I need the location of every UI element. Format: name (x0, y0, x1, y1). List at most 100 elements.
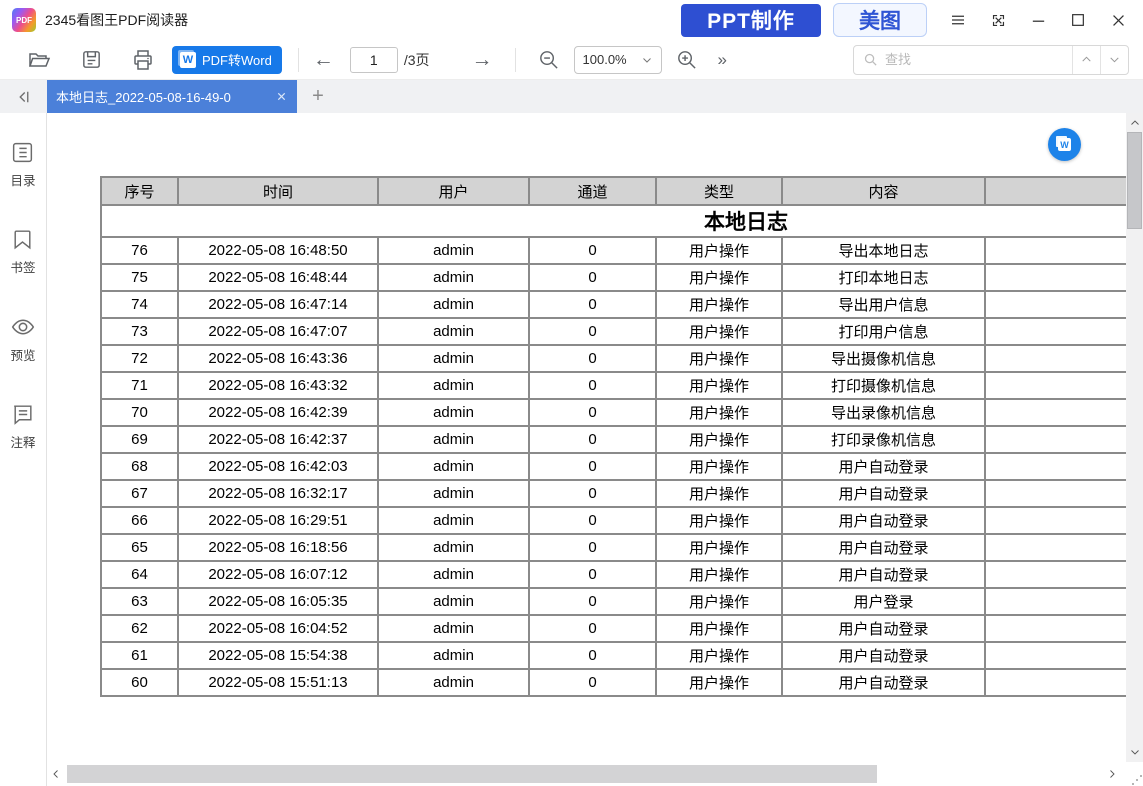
log-cell: 用户自动登录 (782, 507, 985, 534)
pdf-to-word-float-button[interactable]: W (1048, 128, 1081, 161)
log-table-body: 762022-05-08 16:48:50admin0用户操作导出本地日志752… (101, 237, 1126, 696)
column-header: 用户 (378, 177, 529, 205)
scroll-left-icon[interactable] (47, 768, 65, 780)
log-cell: 63 (101, 588, 178, 615)
log-cell: 用户操作 (656, 453, 782, 480)
new-tab-button[interactable]: + (297, 80, 339, 113)
sidebar-item-bookmarks[interactable]: 书签 (10, 227, 35, 276)
table-row: 732022-05-08 16:47:07admin0用户操作打印用户信息 (101, 318, 1126, 345)
save-icon[interactable] (78, 47, 104, 73)
sidebar-item-annotations[interactable]: 注释 (10, 402, 35, 451)
log-cell (985, 372, 1126, 399)
log-cell: 2022-05-08 16:07:12 (178, 561, 378, 588)
app-logo-icon: PDF (12, 8, 36, 32)
open-file-icon[interactable] (26, 47, 52, 73)
table-row: 662022-05-08 16:29:51admin0用户操作用户自动登录 (101, 507, 1126, 534)
log-cell: 0 (529, 642, 656, 669)
table-title: 本地日志 (101, 205, 1126, 237)
table-row: 762022-05-08 16:48:50admin0用户操作导出本地日志 (101, 237, 1126, 264)
log-cell: 67 (101, 480, 178, 507)
toolbar-divider (515, 48, 516, 72)
tab-bar: 本地日志_2022-05-08-16-49-0 + (0, 80, 1143, 113)
table-row: 632022-05-08 16:05:35admin0用户操作用户登录 (101, 588, 1126, 615)
next-page-icon[interactable]: → (472, 49, 493, 70)
table-row: 642022-05-08 16:07:12admin0用户操作用户自动登录 (101, 561, 1126, 588)
vertical-scroll-thumb[interactable] (1127, 132, 1142, 229)
search-input[interactable] (885, 52, 1072, 67)
log-cell: 74 (101, 291, 178, 318)
maximize-icon[interactable] (1063, 5, 1093, 35)
scroll-right-icon[interactable] (1103, 768, 1121, 780)
log-cell: 用户操作 (656, 588, 782, 615)
horizontal-scroll-thumb[interactable] (67, 765, 877, 783)
fullscreen-icon[interactable] (983, 5, 1013, 35)
sidebar-item-catalog[interactable]: 目录 (10, 140, 35, 189)
table-row: 702022-05-08 16:42:39admin0用户操作导出录像机信息 (101, 399, 1126, 426)
log-cell: 导出本地日志 (782, 237, 985, 264)
minimize-icon[interactable] (1023, 5, 1053, 35)
log-cell: 0 (529, 372, 656, 399)
log-cell: 用户操作 (656, 291, 782, 318)
word-doc-icon: W (180, 52, 196, 68)
zoom-level-select[interactable]: 100.0% (574, 46, 662, 74)
find-previous-button[interactable] (1072, 46, 1100, 74)
horizontal-scrollbar[interactable] (65, 765, 1103, 783)
vertical-scrollbar[interactable] (1126, 113, 1143, 762)
log-cell: 用户操作 (656, 642, 782, 669)
log-cell: admin (378, 453, 529, 480)
collapse-tabs-icon[interactable] (0, 80, 47, 113)
log-cell: admin (378, 642, 529, 669)
log-cell: 71 (101, 372, 178, 399)
log-cell: admin (378, 291, 529, 318)
tab-close-icon[interactable] (274, 90, 288, 104)
log-cell: admin (378, 588, 529, 615)
log-cell: 2022-05-08 15:51:13 (178, 669, 378, 696)
log-cell (985, 345, 1126, 372)
sidebar-item-label: 预览 (10, 345, 35, 364)
scroll-down-icon[interactable] (1126, 744, 1143, 760)
zoom-out-icon[interactable] (536, 47, 562, 73)
close-icon[interactable] (1103, 5, 1133, 35)
document-page[interactable]: 本地日志 序号时间用户通道类型内容 762022-05-08 16:48:50a… (47, 113, 1126, 762)
more-tools-icon[interactable]: » (718, 50, 727, 70)
menu-icon[interactable] (943, 5, 973, 35)
log-cell: 用户自动登录 (782, 669, 985, 696)
log-cell (985, 588, 1126, 615)
log-cell: 用户自动登录 (782, 642, 985, 669)
table-row: 692022-05-08 16:42:37admin0用户操作打印录像机信息 (101, 426, 1126, 453)
log-cell: 73 (101, 318, 178, 345)
log-cell: 2022-05-08 16:48:44 (178, 264, 378, 291)
sidebar-item-preview[interactable]: 预览 (10, 314, 36, 364)
log-cell: 68 (101, 453, 178, 480)
log-cell: 2022-05-08 16:18:56 (178, 534, 378, 561)
ppt-make-button[interactable]: PPT制作 (681, 4, 821, 37)
log-cell: 0 (529, 588, 656, 615)
previous-page-icon[interactable]: ← (313, 49, 334, 70)
print-icon[interactable] (130, 47, 156, 73)
pdf-to-word-button[interactable]: W PDF转Word (172, 46, 282, 74)
log-cell: 导出录像机信息 (782, 399, 985, 426)
log-cell: 打印用户信息 (782, 318, 985, 345)
table-row: 752022-05-08 16:48:44admin0用户操作打印本地日志 (101, 264, 1126, 291)
log-cell: 0 (529, 291, 656, 318)
log-cell (985, 561, 1126, 588)
chevron-down-icon (1108, 53, 1121, 66)
zoom-in-icon[interactable] (674, 47, 700, 73)
log-cell: 2022-05-08 15:54:38 (178, 642, 378, 669)
log-cell: 2022-05-08 16:32:17 (178, 480, 378, 507)
scroll-up-icon[interactable] (1126, 115, 1143, 131)
log-cell (985, 642, 1126, 669)
log-cell: 打印本地日志 (782, 264, 985, 291)
meitu-button[interactable]: 美图 (833, 3, 927, 37)
log-cell: admin (378, 534, 529, 561)
resize-grip[interactable] (1121, 762, 1143, 786)
log-cell: 导出摄像机信息 (782, 345, 985, 372)
log-cell (985, 507, 1126, 534)
log-cell: admin (378, 480, 529, 507)
page-number-input[interactable] (350, 47, 398, 73)
log-cell: 2022-05-08 16:42:03 (178, 453, 378, 480)
find-next-button[interactable] (1100, 46, 1128, 74)
log-cell: 66 (101, 507, 178, 534)
document-tab[interactable]: 本地日志_2022-05-08-16-49-0 (47, 80, 297, 113)
tab-title: 本地日志_2022-05-08-16-49-0 (56, 87, 270, 106)
